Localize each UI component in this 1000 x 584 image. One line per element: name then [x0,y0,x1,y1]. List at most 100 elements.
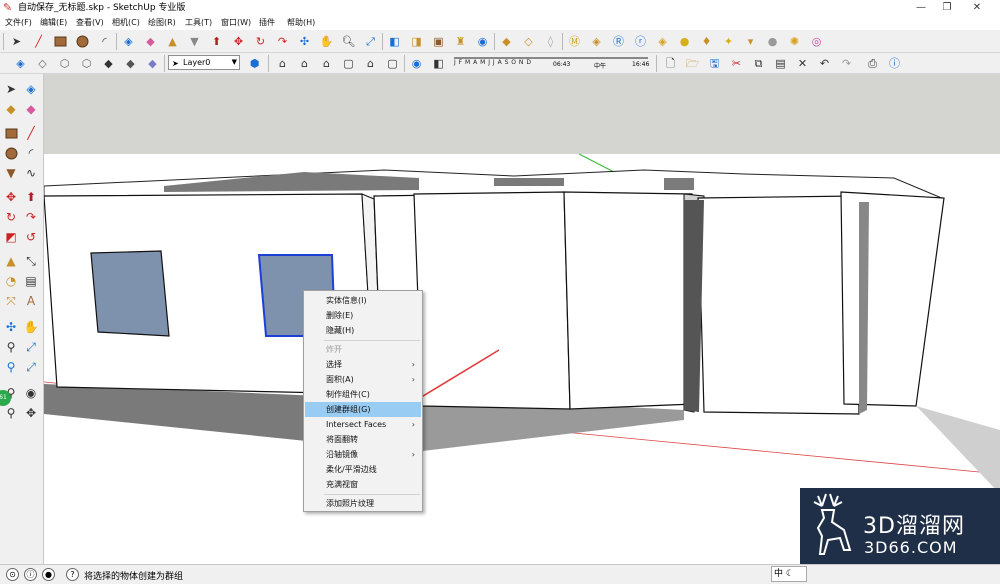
minimize-button[interactable]: — [908,0,934,16]
right-view-icon[interactable]: ⬡ [78,55,95,72]
select-tool-icon[interactable]: ➤ [8,33,25,50]
new-file-icon[interactable]: 🗋︎ [662,55,679,72]
paste-icon[interactable]: ▤ [772,55,789,72]
cm-make-component[interactable]: 制作组件(C) [305,387,421,402]
arc-tool-icon[interactable]: ◜ [96,33,113,50]
render-tag-icon[interactable]: ◈ [654,33,671,50]
zoom-extents-icon[interactable]: ⤢ [362,33,379,50]
zoom-tool-icon[interactable]: 🔍︎ [340,33,357,50]
geo-location-icon[interactable]: ⊙ [6,568,19,581]
cm-soften-edges[interactable]: 柔化/平滑边线 [305,462,421,477]
save-icon[interactable]: 🖫︎ [706,55,723,72]
left-freehand-icon[interactable]: ∿ [22,164,40,182]
orbit-tool-icon[interactable]: ✣ [296,33,313,50]
plugin-tag-icon[interactable]: ◈ [588,33,605,50]
left-scale-icon[interactable]: ◩ [2,228,20,246]
components-warehouse-icon[interactable]: ▣ [430,33,447,50]
follow-me-icon[interactable]: ↷ [274,33,291,50]
pan-tool-icon[interactable]: ✋ [318,33,335,50]
shadow-toggle-icon[interactable]: ◧ [430,55,447,72]
cm-zoom-selection[interactable]: 充满视窗 [305,477,421,492]
cm-entity-info[interactable]: 实体信息(I) [305,293,421,308]
house-back-icon[interactable]: ▢ [340,55,357,72]
eraser-tool-icon[interactable]: ◆ [142,33,159,50]
house-front-icon[interactable]: ⌂ [296,55,313,72]
left-zoom-extents-icon[interactable]: ⤢ [22,358,40,376]
get-models-icon[interactable]: ◧ [386,33,403,50]
left-zoom-icon[interactable]: ⚲ [2,338,20,356]
sphere-light-icon[interactable]: ● [676,33,693,50]
make-component-icon[interactable]: ◈ [120,33,137,50]
cm-add-photo-texture[interactable]: 添加照片纹理 [305,496,421,511]
window-opening-left[interactable] [90,250,170,337]
material-ball-icon[interactable]: ● [764,33,781,50]
circle-tool-icon[interactable] [74,33,91,50]
help-icon[interactable]: ? [66,568,79,581]
tape-measure-icon[interactable]: ▲ [164,33,181,50]
left-push-pull-icon[interactable]: ⬆ [22,188,40,206]
left-rectangle-icon[interactable] [2,124,20,142]
menu-edit[interactable]: 编辑(E) [40,17,67,29]
redo-icon[interactable]: ↷ [838,55,855,72]
house-outline-icon[interactable]: ▢ [384,55,401,72]
r-plugin-icon[interactable]: Ⓡ [610,33,627,50]
preview-google-earth-icon[interactable]: ◉ [474,33,491,50]
left-rotate-icon[interactable]: ↻ [2,208,20,226]
left-arc-icon[interactable]: ◜ [22,144,40,162]
credits-icon[interactable]: ⓘ [24,568,37,581]
extension-warehouse-icon[interactable]: ♜ [452,33,469,50]
rectangle-tool-icon[interactable] [52,33,69,50]
cm-make-group[interactable]: 创建群组(G) [305,402,421,417]
left-paint-bucket-icon[interactable]: ◆ [2,100,20,118]
left-tape-measure-icon[interactable]: ▲ [2,252,20,270]
color-wheel-icon[interactable]: ◎ [808,33,825,50]
rotate-tool-icon[interactable]: ↻ [252,33,269,50]
top-view-icon[interactable]: ◇ [34,55,51,72]
left-view-icon[interactable]: ◆ [122,55,139,72]
left-move-icon[interactable]: ✥ [2,188,20,206]
ies-light-icon[interactable]: ▾ [742,33,759,50]
line-tool-icon[interactable]: ╱ [30,33,47,50]
push-pull-icon[interactable]: ⬆ [208,33,225,50]
left-orbit-icon[interactable]: ✣ [2,318,20,336]
left-zoom-window-icon[interactable]: ⤢ [22,338,40,356]
m-plugin-icon[interactable]: Ⓜ [566,33,583,50]
cm-hide[interactable]: 隐藏(H) [305,323,421,338]
delete-icon[interactable]: ✕ [794,55,811,72]
maximize-button[interactable]: ❐ [934,0,960,16]
left-text-icon[interactable]: ▤ [22,272,40,290]
open-folder-icon[interactable]: 🗁︎ [684,55,701,72]
left-polygon-icon[interactable]: ▼ [2,164,20,182]
menu-draw[interactable]: 绘图(R) [148,17,176,29]
back-view-icon[interactable]: ◆ [100,55,117,72]
sun-settings-icon[interactable]: ✺ [786,33,803,50]
iso-view-icon[interactable]: ◈ [12,55,29,72]
house-right-icon[interactable]: ⌂ [318,55,335,72]
layer-manager-icon[interactable]: ⬢ [246,55,263,72]
layer-dropdown[interactable]: ➤ Layer0 ▼ [168,55,240,70]
spot-light-icon[interactable]: ♦ [698,33,715,50]
menu-window[interactable]: 窗口(W) [221,17,251,29]
cm-area[interactable]: 面积(A) › [305,372,421,387]
left-pan-icon[interactable]: ✋ [22,318,40,336]
left-section-plane-icon[interactable]: ✥ [22,404,40,422]
xray-view-icon[interactable]: ◆ [144,55,161,72]
cm-flip-along[interactable]: 沿轴镜像 › [305,447,421,462]
left-component-icon[interactable]: ◈ [22,80,40,98]
sandbox-tool-icon[interactable]: ◆ [498,33,515,50]
menu-camera[interactable]: 相机(C) [112,17,140,29]
share-model-icon[interactable]: ◨ [408,33,425,50]
user-icon[interactable]: ● [42,568,55,581]
menu-plugins[interactable]: 插件 [259,17,275,29]
paint-bucket-icon[interactable]: ▼ [186,33,203,50]
left-axes-icon[interactable]: ⤧ [2,292,20,310]
print-icon[interactable]: ⎙ [864,55,881,72]
sandbox-scratch-icon[interactable]: ◇ [520,33,537,50]
left-look-around-icon[interactable]: ◉ [22,384,40,402]
cm-delete[interactable]: 删除(E) [305,308,421,323]
front-view-icon[interactable]: ⬡ [56,55,73,72]
left-protractor-icon[interactable]: ◔ [2,272,20,290]
warehouse-house-icon[interactable]: ⌂ [274,55,291,72]
left-circle-icon[interactable] [2,144,20,162]
left-select-tool-icon[interactable]: ➤ [2,80,20,98]
